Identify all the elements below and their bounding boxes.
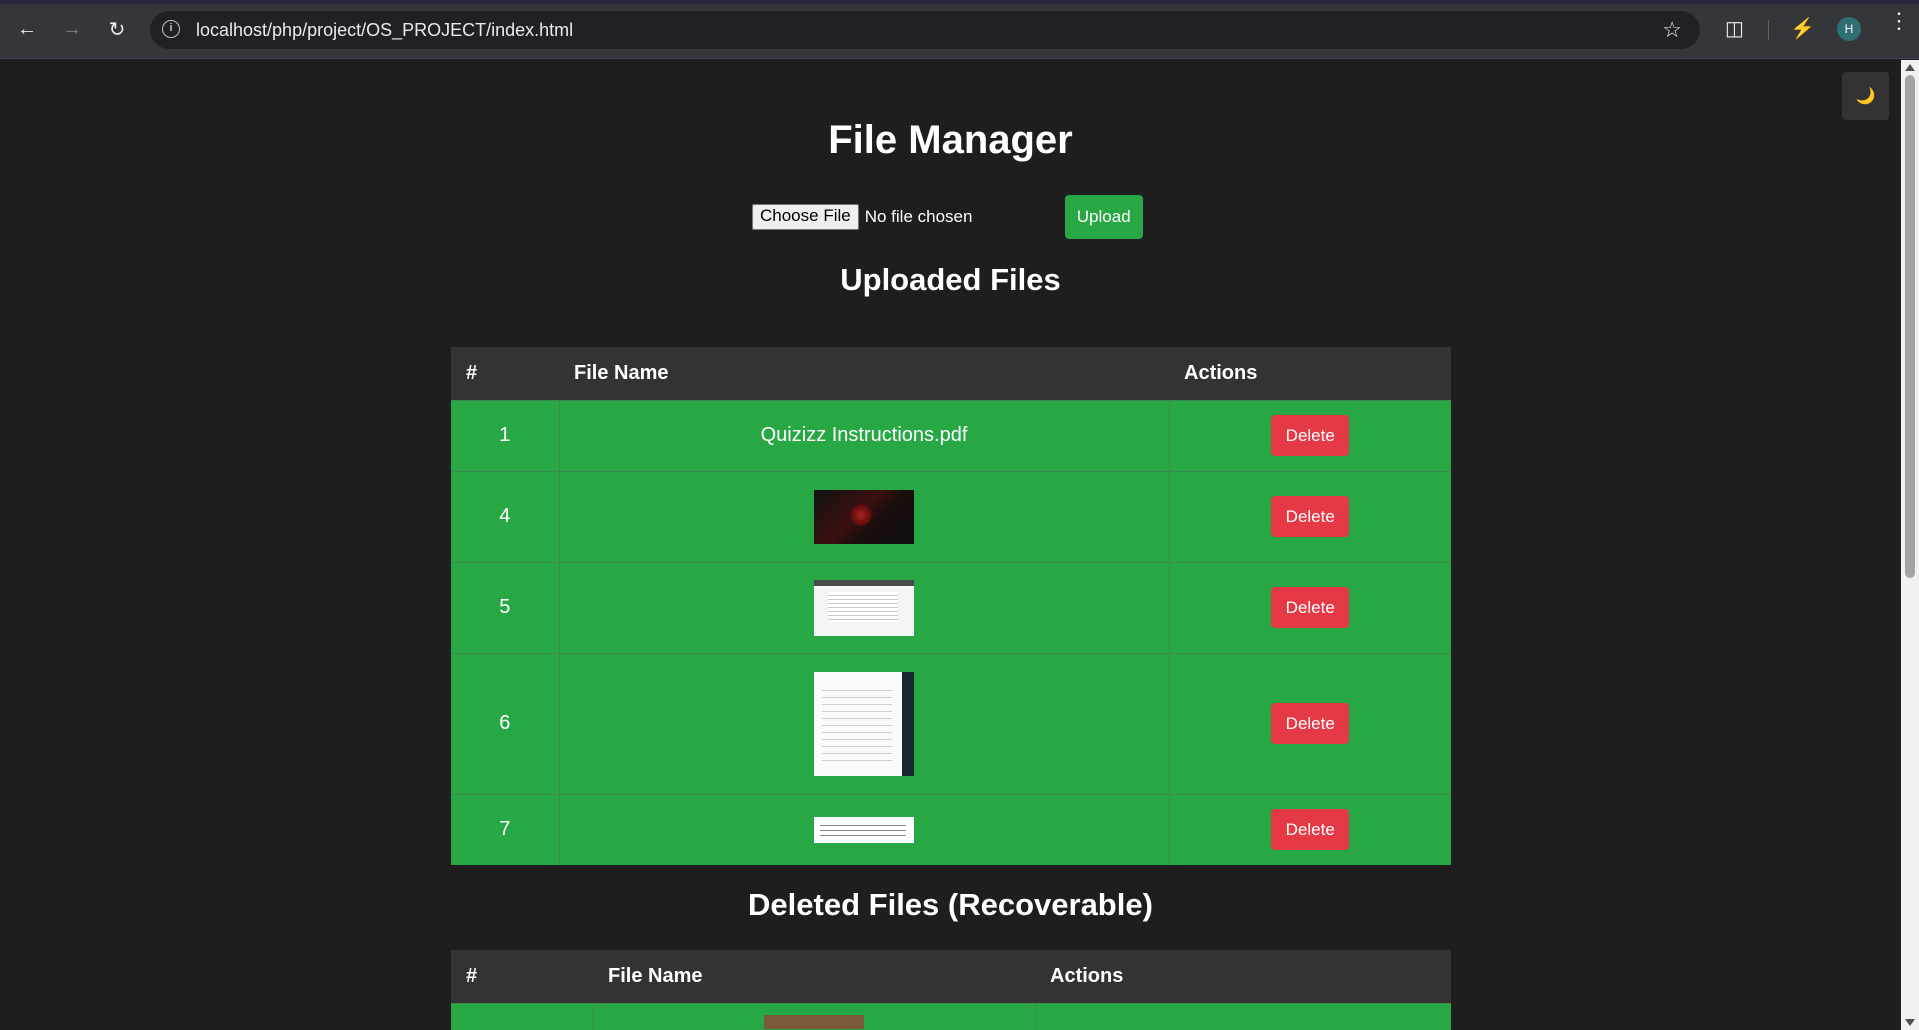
screenshot-thumbnail[interactable] (814, 579, 914, 636)
page-scrollbar[interactable] (1901, 60, 1919, 1030)
row-number: 6 (451, 652, 559, 794)
uploaded-files-table: # File Name Actions 1 Quizizz Instructio… (451, 347, 1451, 865)
file-thumbnail-cell (592, 1002, 1035, 1030)
scroll-down-arrow-icon[interactable] (1905, 1019, 1915, 1026)
file-name-link[interactable]: Quizizz Instructions.pdf (558, 399, 1169, 471)
bookmark-star-icon[interactable]: ☆ (1662, 17, 1682, 43)
delete-button[interactable]: Delete (1271, 496, 1350, 537)
dark-image-thumbnail[interactable] (814, 489, 914, 544)
row-number: 1 (451, 399, 559, 471)
browser-toolbar: ← → ↻ i localhost/php/project/OS_PROJECT… (0, 0, 1919, 59)
delete-button[interactable]: Delete (1271, 415, 1350, 456)
file-thumbnail-cell (558, 470, 1169, 562)
text-thumbnail[interactable] (814, 816, 914, 843)
column-header-number: # (451, 347, 559, 400)
table-row: 7 Delete (451, 793, 1451, 865)
column-header-actions: Actions (1169, 347, 1451, 400)
file-thumbnail-cell (558, 652, 1169, 794)
image-thumbnail[interactable] (764, 1015, 864, 1029)
actions-cell (1034, 1002, 1451, 1030)
site-info-icon[interactable]: i (162, 20, 180, 38)
back-arrow-icon[interactable]: ← (13, 15, 41, 43)
table-row: 1 Quizizz Instructions.pdf Delete (451, 399, 1451, 471)
actions-cell: Delete (1168, 793, 1451, 865)
upload-button[interactable]: Upload (1064, 195, 1143, 239)
scroll-up-arrow-icon[interactable] (1905, 64, 1915, 71)
moon-icon: 🌙 (1855, 88, 1876, 105)
file-thumbnail-cell (558, 561, 1169, 653)
row-number: 5 (451, 561, 559, 653)
column-header-actions: Actions (1035, 950, 1451, 1003)
actions-cell: Delete (1168, 399, 1451, 471)
row-number: 4 (451, 470, 559, 562)
theme-toggle-button[interactable]: 🌙 (1842, 72, 1889, 120)
page-title: File Manager (828, 118, 1073, 162)
performance-icon[interactable]: ⚡ (1790, 16, 1815, 41)
row-number: 7 (451, 793, 559, 865)
browser-menu-icon[interactable]: ⋮ (1888, 10, 1910, 32)
url-text[interactable]: localhost/php/project/OS_PROJECT/index.h… (196, 20, 573, 41)
deleted-files-heading: Deleted Files (Recoverable) (748, 887, 1153, 922)
table-row: 5 Delete (451, 561, 1451, 653)
extensions-icon[interactable]: ◫ (1725, 16, 1744, 41)
table-row (451, 1002, 1451, 1030)
profile-avatar[interactable]: H (1837, 17, 1861, 41)
uploaded-files-heading: Uploaded Files (840, 262, 1061, 297)
actions-cell: Delete (1168, 470, 1451, 562)
address-bar[interactable]: i localhost/php/project/OS_PROJECT/index… (150, 11, 1700, 49)
column-header-file-name: File Name (593, 950, 1035, 1003)
toolbar-separator (1768, 20, 1769, 40)
table-header-row: # File Name Actions (451, 950, 1451, 1003)
no-file-label: No file chosen (864, 207, 973, 226)
tab-strip (0, 0, 1919, 4)
row-number (451, 1002, 593, 1030)
file-thumbnail-cell (558, 793, 1169, 865)
document-thumbnail[interactable] (814, 671, 914, 776)
column-header-number: # (451, 950, 593, 1003)
delete-button[interactable]: Delete (1271, 703, 1350, 744)
delete-button[interactable]: Delete (1271, 809, 1350, 851)
forward-arrow-icon[interactable]: → (58, 15, 86, 43)
actions-cell: Delete (1168, 561, 1451, 653)
reload-icon[interactable]: ↻ (103, 15, 131, 43)
column-header-file-name: File Name (559, 347, 1169, 400)
table-row: 4 Delete (451, 470, 1451, 562)
table-header-row: # File Name Actions (451, 347, 1451, 400)
table-row: 6 Delete (451, 652, 1451, 794)
scrollbar-thumb[interactable] (1905, 75, 1915, 578)
actions-cell: Delete (1168, 652, 1451, 794)
delete-button[interactable]: Delete (1271, 587, 1350, 628)
deleted-files-table: # File Name Actions (451, 950, 1451, 1030)
choose-file-button[interactable]: Choose File (752, 204, 859, 230)
upload-form: Choose File No file chosen Upload (752, 195, 1143, 239)
